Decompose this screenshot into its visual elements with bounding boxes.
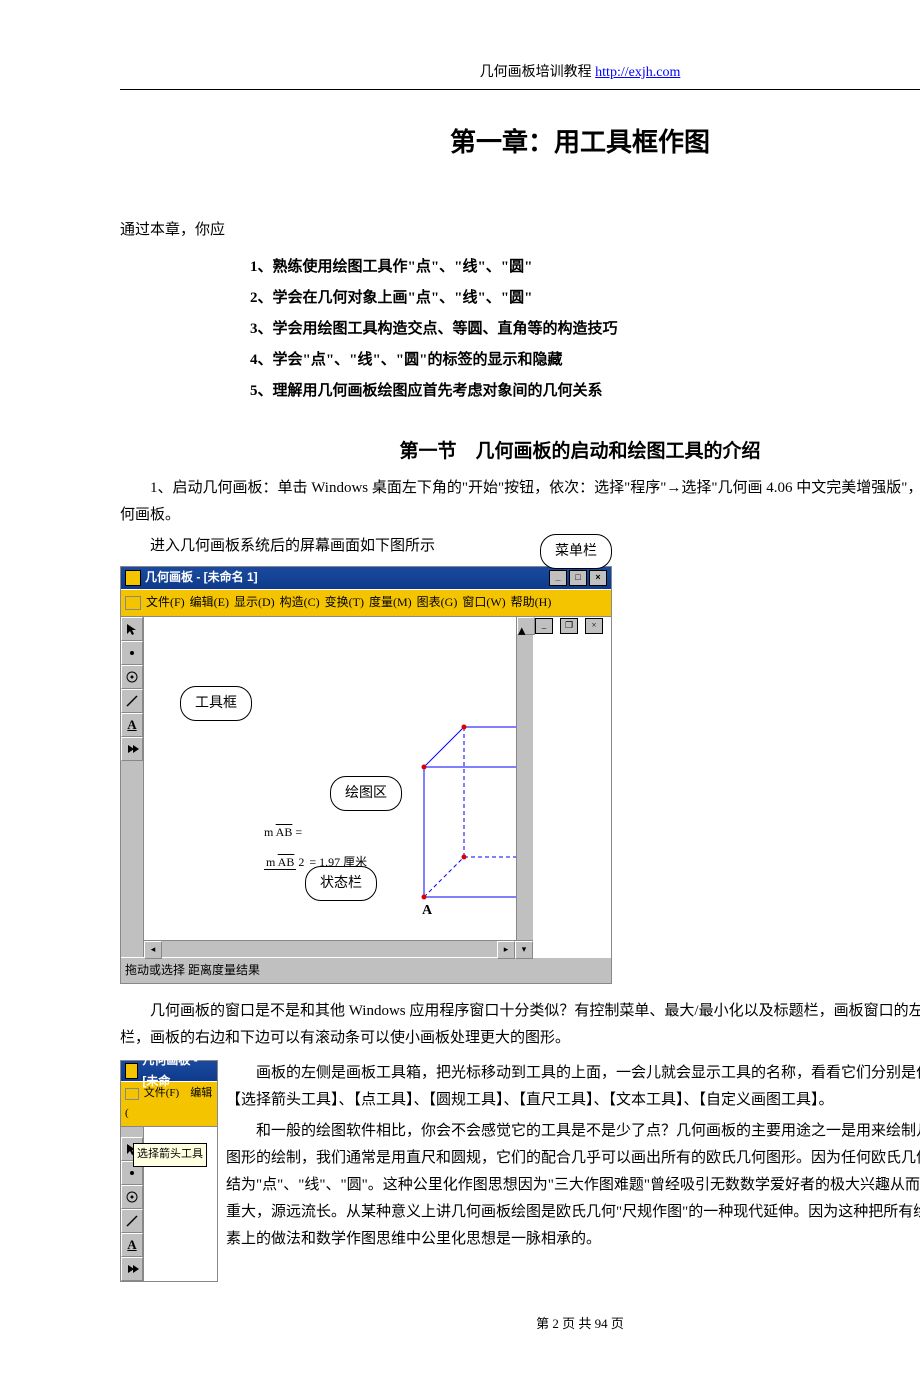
text-tool[interactable]: A (121, 1233, 143, 1257)
app-icon (125, 570, 141, 586)
doc-restore-button[interactable]: ❐ (560, 618, 578, 634)
menu-transform[interactable]: 变换(T) (325, 595, 364, 609)
callout-menubar: 菜单栏 (540, 534, 612, 569)
compass-tool[interactable] (121, 1185, 143, 1209)
cube-figure[interactable]: A B (414, 717, 516, 917)
menu-window[interactable]: 窗口(W) (462, 595, 505, 609)
minimize-button[interactable]: _ (549, 570, 567, 586)
objective-item: 1、熟练使用绘图工具作"点"、"线"、"圆" (250, 254, 920, 281)
callout-toolbox: 工具框 (180, 686, 252, 721)
straightedge-tool[interactable] (121, 1209, 143, 1233)
window-title: 几何画板 - [未命名 1] (145, 567, 258, 589)
point-label-a: A (422, 903, 433, 917)
menu-edit[interactable]: 编辑(E) (190, 595, 229, 609)
header-link[interactable]: http://exjh.com (595, 65, 680, 80)
objectives-list: 1、熟练使用绘图工具作"点"、"线"、"圆" 2、学会在几何对象上画"点"、"线… (250, 254, 920, 405)
para-5: 和一般的绘图软件相比，你会不会感觉它的工具是不是少了点？几何画板的主要用途之一是… (120, 1118, 920, 1253)
scroll-up-button[interactable]: ▴ (517, 617, 535, 635)
header-text: 几何画板培训教程 (480, 65, 592, 80)
menu-display[interactable]: 显示(D) (234, 595, 275, 609)
doc-icon[interactable] (125, 596, 141, 610)
maximize-button[interactable]: □ (569, 570, 587, 586)
callout-status: 状态栏 (305, 866, 377, 901)
vertical-scrollbar[interactable]: ▴ (516, 617, 533, 940)
para-2: 进入几何画板系统后的屏幕画面如下图所示 (120, 533, 920, 560)
select-arrow-tool[interactable] (121, 617, 143, 641)
callout-canvas: 绘图区 (330, 776, 402, 811)
menu-file[interactable]: 文件(F) (146, 595, 185, 609)
menu-measure[interactable]: 度量(M) (369, 595, 412, 609)
section-title: 第一节 几何画板的启动和绘图工具的介绍 (120, 435, 920, 469)
straightedge-tool[interactable] (121, 689, 143, 713)
objective-item: 3、学会用绘图工具构造交点、等圆、直角等的构造技巧 (250, 316, 920, 343)
scroll-left-button[interactable]: ◂ (144, 941, 162, 959)
horizontal-scrollbar[interactable]: ◂ ▸ ▾ (144, 940, 533, 957)
page-footer: 第 2 页 共 94 页 (120, 1312, 920, 1335)
custom-tool[interactable] (121, 737, 143, 761)
measurement-1[interactable]: m AB = (264, 822, 302, 844)
objective-item: 2、学会在几何对象上画"点"、"线"、"圆" (250, 285, 920, 312)
close-button[interactable]: × (589, 570, 607, 586)
para-1: 1、启动几何画板：单击 Windows 桌面左下角的"开始"按钮，依次：选择"程… (120, 475, 920, 529)
menubar[interactable]: 文件(F) 编辑(E) 显示(D) 构造(C) 变换(T) 度量(M) 图表(G… (121, 589, 611, 617)
tool-tooltip: 选择箭头工具 (133, 1143, 207, 1167)
objective-item: 4、学会"点"、"线"、"圆"的标签的显示和隐藏 (250, 347, 920, 374)
intro-text: 通过本章，你应 (120, 217, 920, 244)
scroll-right-button[interactable]: ▸ (497, 941, 515, 959)
small-app-window: 几何画板 - [未命 文件(F) 编辑( A 选择箭头工具 (120, 1060, 218, 1282)
text-tool[interactable]: A (121, 713, 143, 737)
app-icon (125, 1063, 138, 1079)
custom-tool[interactable] (121, 1257, 143, 1281)
content-area: A m AB = m AB2 = 1.97 厘米 (121, 617, 533, 957)
menu-graph[interactable]: 图表(G) (417, 595, 458, 609)
scroll-down-button[interactable]: ▾ (515, 941, 533, 959)
doc-minimize-button[interactable]: _ (535, 618, 553, 634)
titlebar[interactable]: 几何画板 - [未命名 1] _ □ × (121, 567, 611, 589)
compass-tool[interactable] (121, 665, 143, 689)
small-menubar[interactable]: 文件(F) 编辑( (121, 1081, 217, 1127)
toolbox: A (121, 617, 144, 957)
point-tool[interactable] (121, 641, 143, 665)
menu-help[interactable]: 帮助(H) (511, 595, 552, 609)
para-4: 画板的左侧是画板工具箱，把光标移动到工具的上面，一会儿就会显示工具的名称，看看它… (120, 1060, 920, 1114)
status-bar: 拖动或选择 距离度量结果 (121, 957, 611, 984)
doc-close-button[interactable]: × (585, 618, 603, 634)
doc-icon[interactable] (125, 1088, 139, 1100)
menu-construct[interactable]: 构造(C) (280, 595, 320, 609)
chapter-title: 第一章：用工具框作图 (120, 120, 920, 167)
objective-item: 5、理解用几何画板绘图应首先考虑对象间的几何关系 (250, 378, 920, 405)
page-header: 几何画板培训教程 http://exjh.com (120, 60, 920, 90)
para-3: 几何画板的窗口是不是和其他 Windows 应用程序窗口十分类似？有控制菜单、最… (120, 998, 920, 1052)
